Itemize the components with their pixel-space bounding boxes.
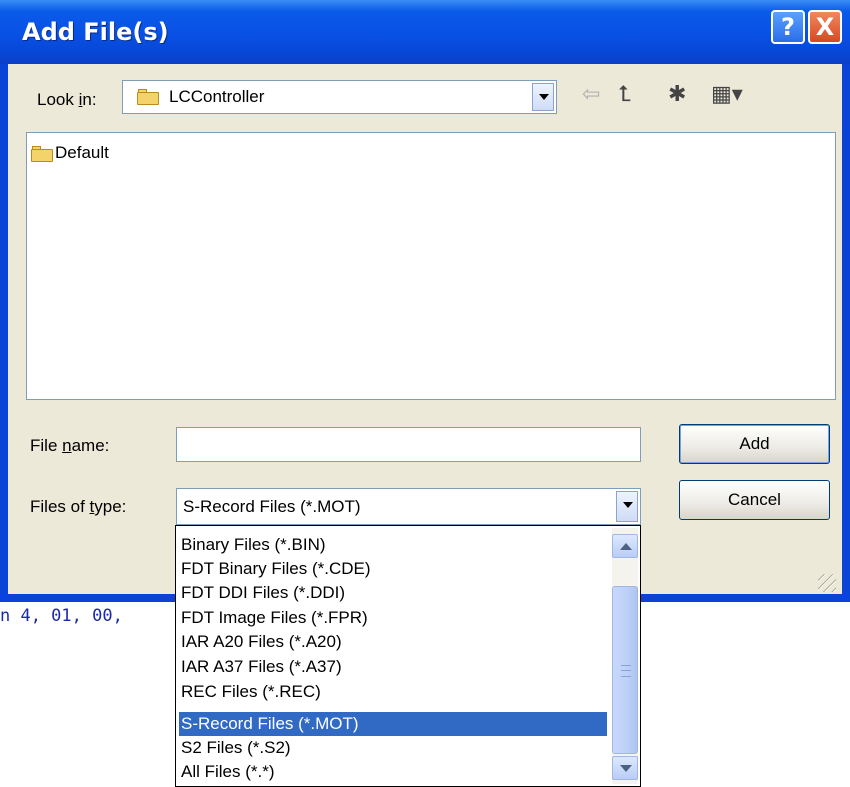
list-item[interactable]: S2 Files (*.S2) bbox=[179, 736, 607, 760]
list-item[interactable]: FDT DDI Files (*.DDI) bbox=[179, 581, 607, 605]
chevron-down-icon[interactable] bbox=[616, 491, 638, 522]
folder-icon bbox=[31, 146, 53, 162]
list-item[interactable]: REC Files (*.REC) bbox=[179, 680, 607, 704]
up-folder-icon[interactable]: ⮤ bbox=[618, 82, 631, 106]
close-button[interactable]: X bbox=[808, 10, 842, 44]
list-item[interactable]: IAR A20 Files (*.A20) bbox=[179, 630, 607, 654]
add-files-dialog: Add File(s) ? X Look in: LCController ⇦ … bbox=[0, 0, 850, 602]
look-in-combo[interactable]: LCController bbox=[122, 80, 557, 114]
dialog-title: Add File(s) bbox=[22, 18, 169, 46]
file-name-input[interactable] bbox=[176, 427, 641, 462]
list-item[interactable]: IAR A37 Files (*.A37) bbox=[179, 655, 607, 679]
view-menu-icon[interactable]: ▦▾ bbox=[711, 82, 743, 106]
file-list-item-label: Default bbox=[55, 143, 109, 162]
file-name-label: File name: bbox=[30, 436, 110, 455]
scroll-thumb[interactable] bbox=[612, 586, 638, 754]
resize-grip[interactable] bbox=[818, 574, 836, 592]
folder-icon bbox=[137, 89, 159, 105]
list-item[interactable]: Default bbox=[31, 143, 231, 165]
chevron-down-icon[interactable] bbox=[532, 83, 554, 111]
back-arrow-icon[interactable]: ⇦ bbox=[582, 82, 600, 106]
files-of-type-label: Files of type: bbox=[30, 497, 127, 516]
files-of-type-combo[interactable]: S-Record Files (*.MOT) bbox=[176, 488, 641, 525]
files-of-type-value: S-Record Files (*.MOT) bbox=[183, 497, 361, 516]
file-list[interactable]: Default bbox=[26, 132, 836, 400]
look-in-value: LCController bbox=[169, 87, 265, 106]
list-item-selected[interactable]: S-Record Files (*.MOT) bbox=[179, 712, 607, 736]
look-in-label: Look in: bbox=[37, 90, 97, 109]
list-item[interactable]: FDT Image Files (*.FPR) bbox=[179, 606, 607, 630]
cancel-button[interactable]: Cancel bbox=[679, 480, 830, 520]
files-of-type-dropdown-list[interactable]: Binary Files (*.BIN) FDT Binary Files (*… bbox=[175, 525, 641, 787]
add-button[interactable]: Add bbox=[679, 424, 830, 464]
list-item[interactable]: FDT Binary Files (*.CDE) bbox=[179, 557, 607, 581]
scroll-up-icon[interactable] bbox=[612, 534, 638, 558]
dropdown-scrollbar[interactable] bbox=[612, 528, 638, 784]
list-item[interactable]: Binary Files (*.BIN) bbox=[179, 533, 607, 557]
title-bar[interactable]: Add File(s) ? X bbox=[0, 0, 850, 64]
help-button[interactable]: ? bbox=[771, 10, 805, 44]
background-editor-text: n 4, 01, 00, bbox=[0, 606, 123, 626]
new-folder-icon[interactable]: ✱ bbox=[668, 82, 686, 106]
scroll-down-icon[interactable] bbox=[612, 756, 638, 780]
list-item[interactable]: All Files (*.*) bbox=[179, 760, 607, 784]
